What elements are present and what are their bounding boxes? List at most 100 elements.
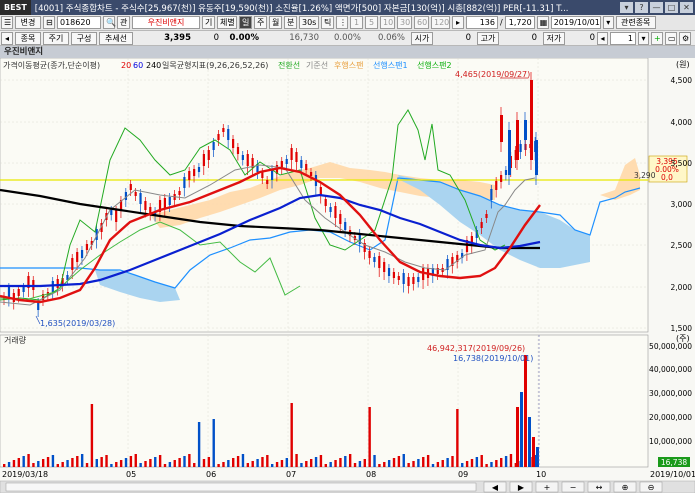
- volume-bar: [339, 458, 342, 467]
- prev-page-icon[interactable]: ◂: [597, 31, 608, 45]
- date-dropdown-icon[interactable]: ▾: [602, 16, 614, 29]
- page-dropdown-icon[interactable]: ▾: [638, 31, 649, 45]
- candle-body: [402, 273, 405, 284]
- volume-bar: [348, 454, 352, 467]
- volume-bar: [402, 454, 405, 467]
- volume-bar: [158, 455, 162, 467]
- count-divider: /: [500, 18, 503, 27]
- volume-bar: [378, 464, 381, 467]
- maximize-icon[interactable]: □: [665, 2, 678, 13]
- scrollbar-thumb[interactable]: [5, 482, 477, 492]
- candle-body: [56, 279, 59, 288]
- gear-icon[interactable]: ⚙: [679, 31, 691, 45]
- candle-body: [524, 120, 527, 140]
- period-button-month[interactable]: 월: [269, 16, 282, 29]
- volume-bar: [368, 407, 371, 467]
- count-input[interactable]: 136: [466, 16, 498, 29]
- candle-body: [480, 222, 483, 228]
- candle-body: [412, 277, 415, 284]
- layout-button[interactable]: 구성: [71, 31, 97, 45]
- volume-tick-label: 20,000,000: [649, 413, 692, 422]
- expand-icon[interactable]: ▸: [452, 16, 464, 29]
- period-button[interactable]: 주기: [43, 31, 69, 45]
- interval-60[interactable]: 60: [414, 16, 429, 29]
- stock-chart[interactable]: 4,465(2019/09/27) 1,635(2019/03/28) 가격이동…: [0, 58, 695, 493]
- trendline-button[interactable]: 추세선: [99, 31, 133, 45]
- chart-stock-name: 우진비앤지: [0, 46, 695, 58]
- menu-icon[interactable]: ☰: [1, 16, 13, 29]
- volume-bar: [95, 459, 98, 467]
- expand-left-icon[interactable]: ◂: [1, 31, 13, 45]
- title-bar: BEST [4001] 주식종합차트 - 주식수[25,967(천)] 유동주[…: [0, 0, 695, 15]
- volume-bar: [290, 403, 293, 467]
- volume-bar: [149, 459, 152, 467]
- search-icon[interactable]: 🔍: [103, 16, 116, 29]
- stock-code-input[interactable]: 018620: [57, 16, 101, 29]
- volume-box-value: 16,738: [661, 458, 687, 467]
- volume-bar: [363, 459, 366, 467]
- interval-1[interactable]: 1: [350, 16, 363, 29]
- period-button-30s[interactable]: 30s: [299, 16, 319, 29]
- candle-body: [344, 222, 347, 230]
- change-button[interactable]: 변경: [15, 16, 41, 29]
- volume-bar: [202, 459, 206, 467]
- candle-body: [368, 251, 371, 258]
- help-icon[interactable]: ?: [635, 2, 648, 13]
- screen-icon[interactable]: ▭: [665, 31, 677, 45]
- zoom-control-icon: ⊕: [622, 483, 629, 492]
- volume-bar: [3, 464, 6, 467]
- lock-icon[interactable]: ⊟: [43, 16, 55, 29]
- ma-legend-240: 240: [146, 61, 161, 70]
- window-title: [4001] 주식종합차트 - 주식수[25,967(천)] 유동주[19,59…: [34, 3, 569, 14]
- volume-bar: [504, 456, 508, 467]
- candle-body: [134, 192, 137, 196]
- close-icon[interactable]: ✕: [680, 2, 693, 13]
- page-input[interactable]: 1: [610, 31, 636, 45]
- volume-bar: [178, 458, 181, 467]
- relation-button[interactable]: 관: [117, 16, 130, 29]
- period-button-minute[interactable]: 분: [284, 16, 297, 29]
- interval-10[interactable]: 10: [380, 16, 395, 29]
- volume-bar: [110, 464, 113, 467]
- period-button-day[interactable]: 일: [239, 16, 252, 29]
- volume-bar: [139, 463, 142, 467]
- x-date-may: 05: [126, 470, 136, 479]
- candle-body: [71, 258, 74, 270]
- candle-body: [17, 289, 20, 296]
- volume-bar: [407, 463, 410, 467]
- interval-30[interactable]: 30: [397, 16, 412, 29]
- zoom-control-icon: ⊖: [648, 483, 655, 492]
- price-tick-label: 4,500: [671, 76, 693, 85]
- candle-body: [490, 189, 493, 200]
- minimize-icon[interactable]: —: [650, 2, 663, 13]
- add-icon[interactable]: +: [651, 31, 663, 45]
- candle-body: [110, 210, 113, 215]
- period-button-tick[interactable]: 틱: [321, 16, 334, 29]
- candle-body: [309, 172, 313, 176]
- open-value: 0: [465, 33, 471, 43]
- volume-bar: [227, 460, 230, 467]
- period-button-basic[interactable]: 기: [202, 16, 215, 29]
- volume-bar: [509, 454, 513, 467]
- related-stocks-button[interactable]: 관련종목: [615, 16, 656, 29]
- volume-bar: [295, 454, 298, 467]
- stock-button[interactable]: 종목: [15, 31, 41, 45]
- calendar-icon[interactable]: ▦: [536, 16, 549, 29]
- interval-5[interactable]: 5: [365, 16, 378, 29]
- period-button-week[interactable]: 주: [254, 16, 267, 29]
- interval-120[interactable]: 120: [431, 16, 450, 29]
- candle-body: [124, 192, 128, 200]
- app-logo: BEST: [0, 0, 31, 15]
- settings-icon[interactable]: ⋮: [336, 16, 348, 29]
- stock-name-field[interactable]: 우진비앤지: [132, 16, 200, 29]
- total-count-field[interactable]: 1,720: [504, 16, 535, 29]
- period-button-tick-volume[interactable]: 체별: [217, 16, 237, 29]
- volume-bar: [431, 464, 435, 467]
- date-input[interactable]: 2019/10/01: [550, 16, 601, 29]
- candle-body: [280, 161, 283, 168]
- candle-body: [378, 256, 381, 268]
- dropdown-icon[interactable]: ▾: [620, 2, 633, 13]
- volume-bar: [193, 463, 196, 467]
- candle-body: [485, 214, 488, 218]
- volume-bar: [222, 462, 225, 467]
